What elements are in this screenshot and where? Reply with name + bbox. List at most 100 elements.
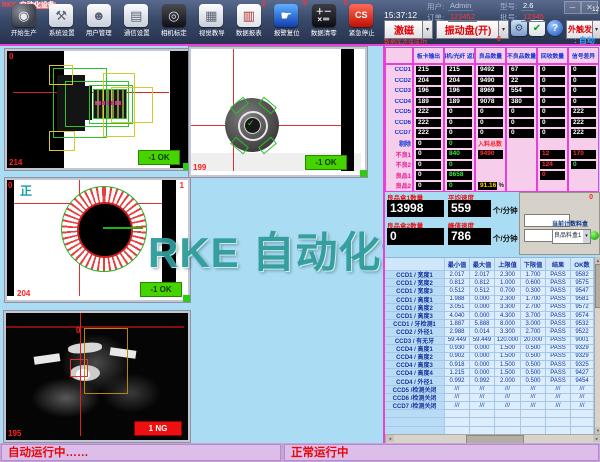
stats-cell: 0 — [474, 128, 505, 139]
vertical-scrollbar[interactable]: ▲ ▼ — [594, 257, 600, 434]
stats-row-label: CCD6 — [386, 120, 412, 126]
camera-view-2[interactable]: ✓ 199 -1 OK — [189, 47, 367, 177]
minimize-button[interactable]: ─ — [564, 1, 581, 14]
right-panel: 板卡输出相机/光纤 返回良品数量不良品数量回收数量信号差异CCD12152159… — [383, 46, 600, 443]
stats-cell — [505, 170, 536, 181]
measure-row-label: CCD1 / 宽度1 — [385, 271, 445, 279]
stats-value-box: 9078 — [478, 98, 503, 107]
measure-cell: PASS — [546, 377, 571, 385]
measure-cell — [470, 410, 495, 418]
toolbar-camera-calibration[interactable]: ◎相机标定 — [155, 3, 193, 43]
stats-cell: 0 — [536, 86, 567, 97]
model-value: 2.6 — [521, 1, 535, 11]
stats-value-box: 204 — [416, 77, 441, 86]
measure-cell: 3.700 — [521, 312, 546, 320]
avg-speed-unit: 个/分钟 — [493, 205, 518, 216]
vibrate-bowl-button[interactable]: 振动盘(开) — [436, 20, 500, 39]
measure-cell — [521, 418, 546, 426]
toolbar-emergency-stop[interactable]: CS紧急停止 — [343, 3, 381, 43]
stats-cell: 222 — [567, 118, 598, 129]
measure-row: CCD1 / 牙检测11.8875.8888.0003.000PASS9532 — [385, 320, 594, 328]
toolbar-items: ◉开始生产⚒系统设置☻用户管理▤通信设置◎相机标定▦视觉教导▥2数据报表☛报警复… — [5, 3, 380, 43]
measure-cell: 1.700 — [521, 271, 546, 279]
stats-row-label: CCD7 — [386, 130, 412, 136]
camera4-index: 0 — [76, 326, 80, 335]
camera-view-4[interactable]: 0 195 1 NG — [4, 311, 190, 442]
stats-value-box: 0 — [540, 87, 565, 96]
measure-cell — [495, 410, 521, 418]
measure-cell: 0.918 — [445, 361, 470, 369]
toolbar-alarm-reset[interactable]: ☛报警复位 — [268, 3, 306, 43]
scroll-right-icon[interactable]: ► — [593, 435, 600, 442]
stats-row: 不良2001240 — [386, 160, 598, 171]
measure-header-cell: 上限值 — [495, 258, 521, 271]
measure-cell: 9575 — [571, 279, 594, 287]
scroll-left-icon[interactable]: ◄ — [386, 435, 394, 442]
close-button[interactable]: ✕ — [581, 1, 598, 14]
stats-value-box: 215 — [447, 66, 472, 75]
measure-row: CCD1 / 高度11.9880.0002.3001.700PASS9581 — [385, 296, 594, 304]
angle-line — [103, 227, 143, 229]
stats-cell: 204 — [443, 76, 474, 87]
stats-header-cell: 板卡输出 — [412, 48, 443, 63]
camera2-status-dot — [360, 170, 367, 177]
camera2-result-badge: -1 OK — [305, 155, 347, 170]
measure-row: CCD1 / 高度34.0400.0004.3003.700PASS9574 — [385, 312, 594, 320]
stats-value-box: 0 — [478, 108, 503, 117]
box2-count-value: 0 — [387, 228, 444, 245]
confirm-check-icon[interactable]: ✔ — [529, 20, 545, 36]
scroll-thumb[interactable] — [595, 264, 600, 308]
stats-cell — [474, 170, 505, 181]
measure-cell — [571, 410, 594, 418]
stats-value-box: 222 — [571, 108, 596, 117]
stats-value-box: 380 — [509, 98, 534, 107]
toolbar-system-settings[interactable]: ⚒系统设置 — [43, 3, 81, 43]
measure-row-label: CCD7 /检测关闭 — [385, 402, 445, 410]
toolbar-start-production[interactable]: ◉开始生产 — [5, 3, 43, 43]
measure-cell: 0.000 — [470, 304, 495, 312]
measure-box-yellow — [111, 87, 153, 123]
measure-row: CCD2 / 外径12.9880.0143.3002.700PASS9522 — [385, 328, 594, 336]
measure-cell: 1.000 — [495, 279, 521, 287]
stats-cell: 入料总数 — [474, 139, 505, 150]
production-stats-table: 板卡输出相机/光纤 返回良品数量不良品数量回收数量信号差异CCD12152159… — [385, 47, 599, 192]
stats-cell: 0 — [443, 118, 474, 129]
stats-value-box: 0 — [540, 129, 565, 138]
stats-row: CCD3196196896955400 — [386, 86, 598, 97]
toolbar-data-report[interactable]: ▥2数据报表 — [230, 3, 268, 43]
counter-box-select[interactable]: 良品料盒1▾ — [552, 229, 591, 244]
help-icon[interactable]: ? — [547, 20, 563, 36]
edge-bar — [162, 180, 176, 296]
stats-cell: 8969 — [474, 86, 505, 97]
stats-row: 良品20091.16% — [386, 181, 598, 192]
measure-cell: 9427 — [571, 369, 594, 377]
stats-cell: 0 — [412, 149, 443, 160]
measure-box-yellow — [49, 65, 73, 85]
machine-vision-app: RKE自动化设备 ◉开始生产⚒系统设置☻用户管理▤通信设置◎相机标定▦视觉教导▥… — [0, 0, 600, 462]
stats-value-box: 0 — [540, 108, 565, 117]
peak-speed-unit: 个/分钟 — [493, 233, 518, 244]
vision-teaching-icon: ▦ — [199, 4, 223, 27]
stats-value-box: 222 — [571, 119, 596, 128]
measure-cell: 0.500 — [521, 369, 546, 377]
camera-view-3[interactable]: 正 0 1 204 -1 OK — [5, 178, 190, 302]
stats-value-box: 9490 — [478, 150, 503, 159]
toolbar-data-clear[interactable]: ＋－ ×＝数据清零 — [305, 3, 343, 43]
mode-label: : 自动 — [574, 35, 595, 46]
toolbar-vision-teaching[interactable]: ▦视觉教导 — [193, 3, 231, 43]
measure-row: CCD6 /检测关闭////////////////// — [385, 394, 594, 402]
measure-cell: /// — [571, 386, 594, 394]
scroll-up-icon[interactable]: ▲ — [595, 257, 600, 264]
toolbar-comm-settings[interactable]: ▤通信设置 — [118, 3, 156, 43]
stats-cell: 0 — [443, 139, 474, 150]
measure-cell: PASS — [546, 296, 571, 304]
measure-cell: 1.500 — [495, 353, 521, 361]
measure-cell — [521, 410, 546, 418]
toolbar-user-management[interactable]: ☻用户管理 — [80, 3, 118, 43]
stats-row: CCD62220000222 — [386, 118, 598, 129]
measure-cell: 9547 — [571, 287, 594, 295]
scroll-down-icon[interactable]: ▼ — [595, 427, 600, 434]
camera-view-1[interactable]: 0 214 -1 OK — [5, 49, 190, 170]
measure-cell: 4.040 — [445, 312, 470, 320]
measure-box-orange — [84, 328, 128, 394]
